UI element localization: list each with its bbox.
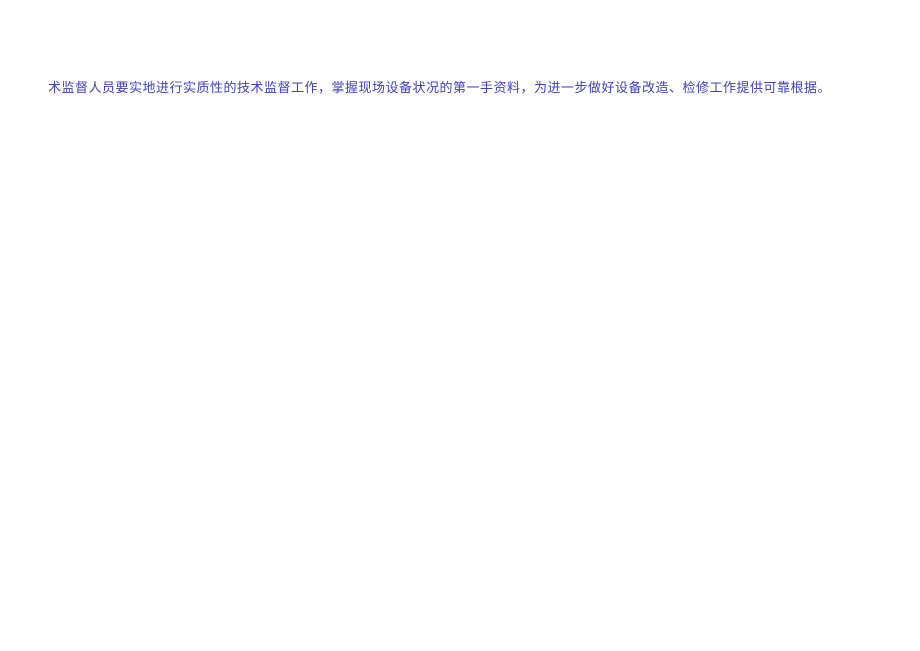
document-body-text: 术监督人员要实地进行实质性的技术监督工作，掌握现场设备状况的第一手资料，为进一步… [48,78,900,99]
